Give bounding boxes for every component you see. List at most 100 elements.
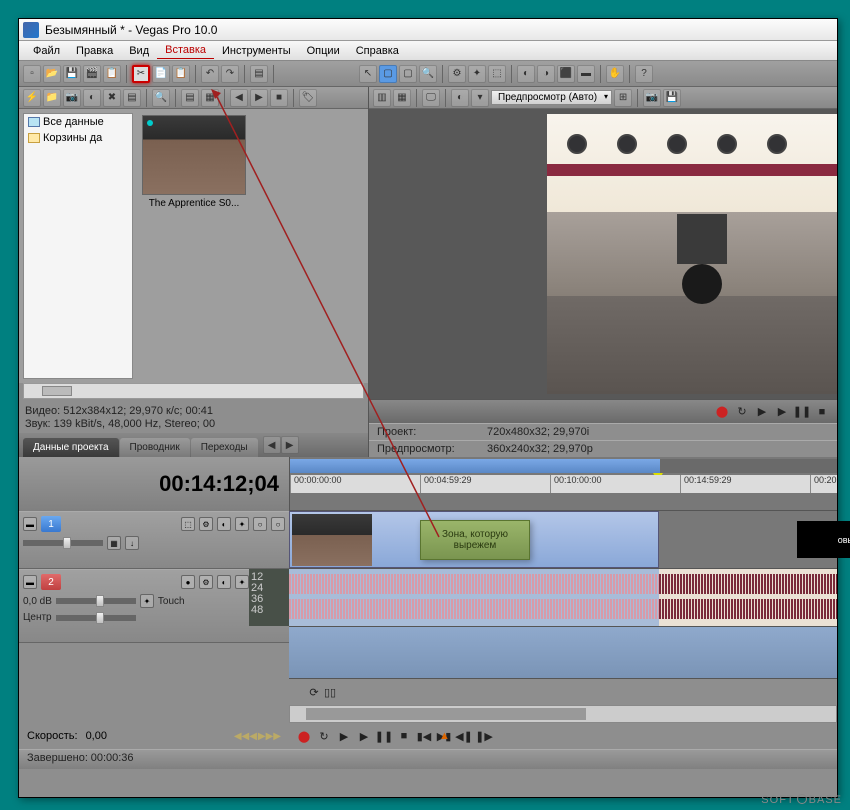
compositing-button[interactable]: ✦	[235, 517, 249, 531]
menu-view[interactable]: Вид	[121, 43, 157, 59]
tag-button[interactable]: 🏷	[299, 89, 317, 107]
minimize-track-button[interactable]: ▬	[23, 517, 37, 531]
selection-tool-button[interactable]: ▢	[399, 65, 417, 83]
play-from-start-button[interactable]: ▶	[755, 405, 769, 419]
new-button[interactable]: ▫	[23, 65, 41, 83]
bypass-fx-button[interactable]: ⬚	[181, 517, 195, 531]
menu-options[interactable]: Опции	[299, 43, 348, 59]
menu-edit[interactable]: Правка	[68, 43, 121, 59]
cut-button[interactable]: ✂	[132, 65, 150, 83]
shuttle-left-icon[interactable]: ◀◀◀	[234, 731, 257, 742]
loop-play-button[interactable]: ↻	[735, 405, 749, 419]
overlay-button[interactable]: ⊞	[614, 89, 632, 107]
stop-button[interactable]: ■	[397, 729, 411, 743]
black-clip[interactable]: овы	[797, 521, 850, 558]
audio-track-lane[interactable]: 12 24 36 48	[289, 569, 837, 627]
previous-frame-button[interactable]: ◀❚	[457, 729, 471, 743]
edit-tool-button[interactable]: ↖	[359, 65, 377, 83]
remove-button[interactable]: ✖	[103, 89, 121, 107]
web-button[interactable]: ◐	[83, 89, 101, 107]
scripting-button[interactable]: ⚙	[448, 65, 466, 83]
preview-quality-dropdown[interactable]: Предпросмотр (Авто)	[491, 90, 612, 105]
parent-motion-button[interactable]: ⬚	[488, 65, 506, 83]
render-button[interactable]: 🎬	[83, 65, 101, 83]
views-button[interactable]: ▤	[181, 89, 199, 107]
video-track-lane[interactable]: Зона, которую вырежем овы	[289, 511, 837, 569]
track-fx-button[interactable]: ◐	[217, 517, 231, 531]
prev-button[interactable]: ◀	[230, 89, 248, 107]
lightning-icon[interactable]: ⚡	[23, 89, 41, 107]
copy-button[interactable]: 📄	[152, 65, 170, 83]
record-button[interactable]: ⬤	[715, 405, 729, 419]
pause-button[interactable]: ❚❚	[377, 729, 391, 743]
split-screen-button[interactable]: ◐	[451, 89, 469, 107]
tool-2-button[interactable]: ◑	[537, 65, 555, 83]
automation-button[interactable]: ⚙	[199, 517, 213, 531]
minimize-track-button[interactable]: ▬	[23, 575, 37, 589]
tree-bins[interactable]: Корзины да	[24, 130, 132, 146]
dropdown-icon[interactable]: ▾	[471, 89, 489, 107]
open-button[interactable]: 📂	[43, 65, 61, 83]
search-button[interactable]: 🔍	[152, 89, 170, 107]
pv-btn-2[interactable]: ▦	[393, 89, 411, 107]
paste-button[interactable]: 📋	[172, 65, 190, 83]
capture-button[interactable]: 📷	[63, 89, 81, 107]
level-slider[interactable]	[23, 540, 103, 546]
tab-scroll-left[interactable]: ◀	[263, 436, 281, 454]
menu-help[interactable]: Справка	[348, 43, 407, 59]
snapshot-button[interactable]: 📷	[643, 89, 661, 107]
menu-tools[interactable]: Инструменты	[214, 43, 299, 59]
import-button[interactable]: 📁	[43, 89, 61, 107]
tab-scroll-right[interactable]: ▶	[281, 436, 299, 454]
copy-snapshot-button[interactable]: 💾	[663, 89, 681, 107]
timeline-ruler[interactable]: 00:00:00:00 00:04:59:29 00:10:00:00 00:1…	[289, 457, 837, 511]
arm-record-button[interactable]: ●	[181, 575, 195, 589]
props-button[interactable]: ▤	[123, 89, 141, 107]
tree-scrollbar[interactable]	[23, 383, 364, 399]
track-motion-icon[interactable]: ▦	[107, 536, 121, 550]
save-button[interactable]: 💾	[63, 65, 81, 83]
loop-playback-button[interactable]: ⟳	[307, 685, 321, 699]
tool-5-button[interactable]: ✋	[606, 65, 624, 83]
toggle-button[interactable]: ▯▯	[323, 685, 337, 699]
next-frame-button[interactable]: ❚▶	[477, 729, 491, 743]
play-button[interactable]: ▶	[357, 729, 371, 743]
snap-button[interactable]: ▤	[250, 65, 268, 83]
help-button[interactable]: ?	[635, 65, 653, 83]
video-clip[interactable]: Зона, которую вырежем	[289, 511, 659, 568]
pause-button[interactable]: ❚❚	[795, 405, 809, 419]
play-button[interactable]: ▶	[775, 405, 789, 419]
redo-button[interactable]: ↷	[221, 65, 239, 83]
views2-button[interactable]: ▦	[201, 89, 219, 107]
make-compositing-child-button[interactable]: ↓	[125, 536, 139, 550]
tree-all-data[interactable]: Все данные	[24, 114, 132, 130]
timeline-scrollbar[interactable]	[289, 705, 837, 723]
tool-4-button[interactable]: ▬	[577, 65, 595, 83]
empty-track-lane[interactable]	[289, 627, 837, 679]
record-input-button[interactable]: ✦	[235, 575, 249, 589]
go-to-start-button[interactable]: ▮◀	[417, 729, 431, 743]
tool-1-button[interactable]: ◐	[517, 65, 535, 83]
external-monitor-button[interactable]: 🖵	[422, 89, 440, 107]
media-thumbnail[interactable]: The Apprentice S0...	[139, 115, 249, 209]
tab-project-data[interactable]: Данные проекта	[23, 438, 119, 457]
play-from-start-button[interactable]: ▶	[337, 729, 351, 743]
properties-button[interactable]: 📋	[103, 65, 121, 83]
audio-clip-selected[interactable]	[289, 569, 659, 626]
zoom-tool-button[interactable]: 🔍	[419, 65, 437, 83]
pan-slider[interactable]	[56, 615, 136, 621]
menu-file[interactable]: Файл	[25, 43, 68, 59]
shuttle-right-icon[interactable]: ▶▶▶	[258, 731, 281, 742]
loop-playback-button[interactable]: ↻	[317, 729, 331, 743]
tool-3-button[interactable]: ⬛	[557, 65, 575, 83]
pv-btn-1[interactable]: ▥	[373, 89, 391, 107]
invert-phase-button[interactable]: ⚙	[199, 575, 213, 589]
track-motion-button[interactable]: ✦	[468, 65, 486, 83]
menu-insert[interactable]: Вставка	[157, 42, 214, 59]
tab-explorer[interactable]: Проводник	[120, 438, 190, 457]
selection-region[interactable]	[290, 459, 660, 473]
stop-preview-button[interactable]: ■	[270, 89, 288, 107]
volume-slider[interactable]	[56, 598, 136, 604]
play-button[interactable]: ▶	[250, 89, 268, 107]
envelope-tool-button[interactable]: ▢	[379, 65, 397, 83]
